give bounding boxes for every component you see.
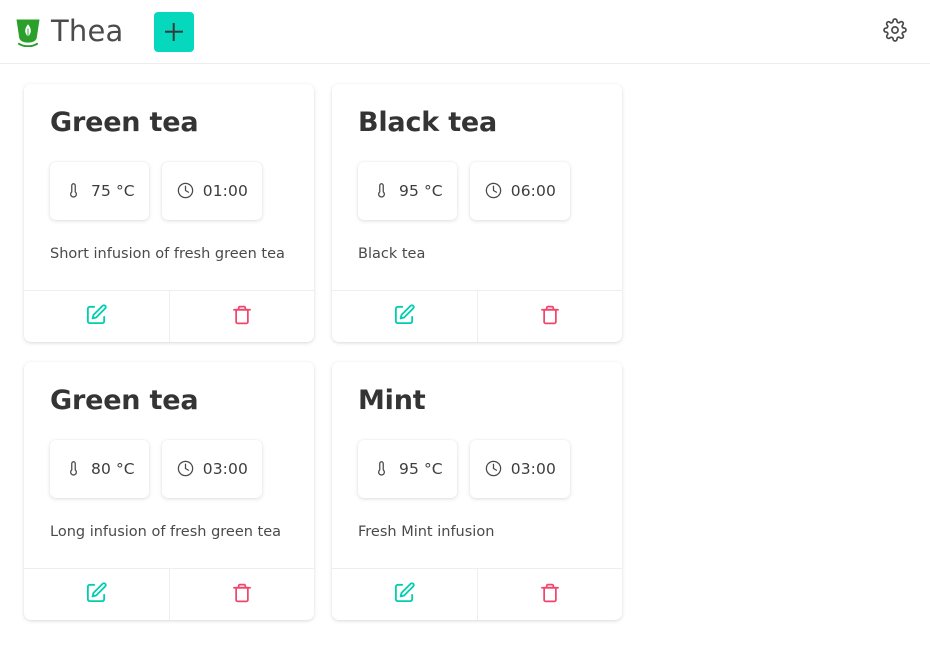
app-title: Thea [51,14,124,48]
clock-icon [176,459,195,478]
trash-icon [539,304,561,329]
clock-icon [484,459,503,478]
tea-card-stats: 80 °C 03:00 [50,439,288,498]
delete-tea-button[interactable] [169,568,314,620]
tea-card-description: Fresh Mint infusion [358,523,495,540]
add-tea-button[interactable] [153,11,194,52]
time-pill: 01:00 [161,161,262,220]
edit-tea-button[interactable] [332,291,477,342]
edit-pencil-icon [393,581,416,607]
tea-card-actions [332,289,622,342]
edit-pencil-icon [85,303,108,329]
time-pill: 03:00 [469,439,570,498]
brand: Thea [10,17,124,47]
time-value: 03:00 [202,459,248,478]
trash-icon [539,582,561,607]
tea-card: Mint 95 °C 03:00 Fresh Mint infusion [332,361,622,620]
gear-icon [883,18,907,45]
tea-card-description: Black tea [358,245,426,262]
edit-tea-button[interactable] [24,291,169,342]
tea-card-actions [24,289,314,342]
tea-card-title: Green tea [50,108,199,138]
thermometer-icon [372,459,391,478]
tea-card-body: Green tea 80 °C 03:00 Long infusion of f… [24,362,314,568]
trash-icon [231,582,253,607]
temperature-pill: 95 °C [358,161,457,220]
app-logo-icon [14,17,42,47]
temperature-pill: 95 °C [358,439,457,498]
edit-tea-button[interactable] [24,569,169,620]
tea-card-body: Green tea 75 °C 01:00 Short infusion of … [24,84,314,290]
tea-card-title: Black tea [358,108,498,138]
tea-card-body: Black tea 95 °C 06:00 Black tea [332,84,622,290]
tea-card-stats: 95 °C 03:00 [358,439,596,498]
tea-card-stats: 75 °C 01:00 [50,161,288,220]
clock-icon [484,181,503,200]
delete-tea-button[interactable] [169,290,314,342]
delete-tea-button[interactable] [477,568,622,620]
settings-button[interactable] [878,15,912,49]
tea-card: Green tea 75 °C 01:00 Short infusion of … [24,84,314,342]
delete-tea-button[interactable] [477,290,622,342]
time-pill: 03:00 [161,439,262,498]
plus-icon [165,23,183,41]
time-value: 03:00 [510,459,556,478]
thermometer-icon [64,181,83,200]
app-header: Thea [0,0,930,64]
thermometer-icon [372,181,391,200]
edit-tea-button[interactable] [332,569,477,620]
time-value: 06:00 [510,181,556,200]
edit-pencil-icon [393,303,416,329]
temperature-pill: 75 °C [50,161,149,220]
tea-card-title: Green tea [50,385,199,416]
temperature-value: 95 °C [399,459,443,478]
tea-card-description: Short infusion of fresh green tea [50,245,285,262]
tea-card: Black tea 95 °C 06:00 Black tea [332,84,622,342]
tea-card-body: Mint 95 °C 03:00 Fresh Mint infusion [332,362,622,568]
temperature-value: 95 °C [399,181,443,200]
tea-card-stats: 95 °C 06:00 [358,161,596,220]
edit-pencil-icon [85,581,108,607]
trash-icon [231,304,253,329]
temperature-pill: 80 °C [50,439,149,498]
tea-card-description: Long infusion of fresh green tea [50,523,282,540]
tea-card: Green tea 80 °C 03:00 Long infusion of f… [24,361,314,620]
time-value: 01:00 [202,181,248,200]
temperature-value: 80 °C [91,459,135,478]
thermometer-icon [64,459,83,478]
temperature-value: 75 °C [91,181,135,200]
tea-cards-grid: Green tea 75 °C 01:00 Short infusion of … [0,64,930,630]
time-pill: 06:00 [469,161,570,220]
tea-card-actions [332,567,622,620]
tea-card-actions [24,567,314,620]
tea-card-title: Mint [358,385,426,416]
clock-icon [176,181,195,200]
